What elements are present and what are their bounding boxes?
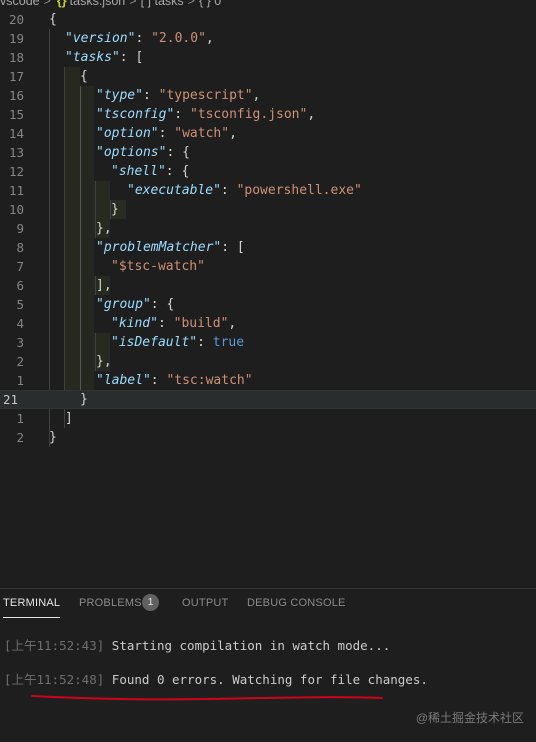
code-line: 13 "options": { [0,143,536,162]
line-number: 6 [16,278,24,293]
code-line: 10 } [0,200,536,219]
code-line: 14 "option": "watch", [0,124,536,143]
breadcrumb: vscode >{} tasks.json >[ ] tasks >{ } 0 [0,0,221,10]
code-line: 8 "problemMatcher": [ [0,238,536,257]
terminal-line: [上午11:52:43] Starting compilation in wat… [4,637,390,655]
bottom-panel: TERMINAL PROBLEMS 1 OUTPUT DEBUG CONSOLE… [0,588,536,742]
code-line: 5 "group": { [0,295,536,314]
code-line: 1 "label": "tsc:watch" [0,371,536,390]
terminal-timestamp: [上午11:52:43] [4,638,105,653]
array-icon: [ ] [140,0,151,8]
line-number: 2 [16,354,24,369]
line-number: 17 [8,69,24,84]
code-line: 18 "tasks": [ [0,48,536,67]
terminal-timestamp: [上午11:52:48] [4,672,105,687]
line-number: 10 [8,202,24,217]
code-line: 3 "isDefault": true [0,333,536,352]
tab-debug-console[interactable]: DEBUG CONSOLE [247,597,346,609]
breadcrumb-file[interactable]: tasks.json [70,0,126,8]
line-number: 1 [16,373,24,388]
line-number: 11 [8,183,24,198]
code-line: 4 "kind": "build", [0,314,536,333]
line-number: 14 [8,126,24,141]
object-icon: { } [198,0,211,8]
watermark: @稀土掘金技术社区 [415,711,524,725]
line-number: 7 [16,259,24,274]
line-number: 15 [8,107,24,122]
line-number: 5 [16,297,24,312]
current-line-number: 21 [2,392,18,407]
line-number: 18 [8,50,24,65]
tab-terminal[interactable]: TERMINAL [3,597,61,618]
tab-output[interactable]: OUTPUT [182,597,228,609]
line-number: 19 [8,31,24,46]
json-file-icon: {} [56,0,67,8]
terminal-message: Starting compilation in watch mode... [104,638,391,653]
code-line: 19 "version": "2.0.0", [0,29,536,48]
breadcrumb-node[interactable]: tasks [154,0,183,8]
line-number: 8 [16,240,24,255]
code-line: 6 ], [0,276,536,295]
tab-problems[interactable]: PROBLEMS [79,597,142,609]
code-line: 11 "executable": "powershell.exe" [0,181,536,200]
code-line: 1 ] [0,409,536,428]
code-line: 7 "$tsc-watch" [0,257,536,276]
terminal-line: [上午11:52:48] Found 0 errors. Watching fo… [4,671,428,689]
code-line: 9 }, [0,219,536,238]
line-number: 9 [16,221,24,236]
line-number: 4 [16,316,24,331]
breadcrumb-index[interactable]: 0 [214,0,221,8]
line-number: 16 [8,88,24,103]
line-number: 20 [8,12,24,27]
code-line: 12 "shell": { [0,162,536,181]
line-number: 13 [8,145,24,160]
code-line: 16 "type": "typescript", [0,86,536,105]
code-editor[interactable]: 20 { 19 "version": "2.0.0", 18 "tasks": … [0,10,536,460]
problems-count-badge: 1 [142,594,159,611]
code-line: 15 "tsconfig": "tsconfig.json", [0,105,536,124]
line-number: 2 [16,430,24,445]
red-underline-annotation [31,695,383,701]
line-number: 3 [16,335,24,350]
code-line: 20 { [0,10,536,29]
line-number: 12 [8,164,24,179]
current-code-line[interactable]: 21 } [0,390,536,409]
line-number: 1 [16,411,24,426]
code-line: 17 { [0,67,536,86]
code-line: 2 }, [0,352,536,371]
terminal-message: Found 0 errors. Watching for file change… [104,672,428,687]
code-line: 2 } [0,428,536,447]
breadcrumb-folder[interactable]: vscode [0,0,40,8]
